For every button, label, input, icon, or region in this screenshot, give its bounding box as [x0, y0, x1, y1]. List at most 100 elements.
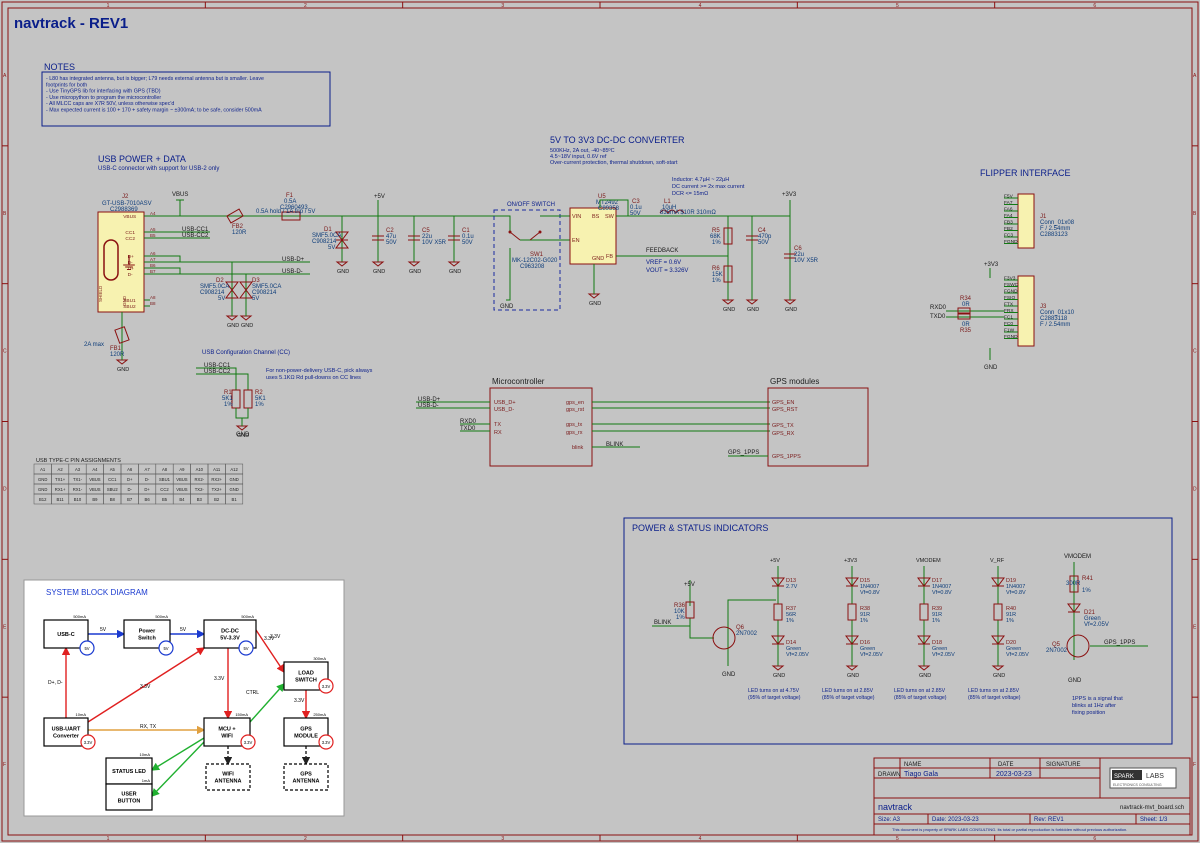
j2-pin-number: B6 [150, 263, 156, 268]
j2-pin-name: SBU2 [123, 304, 136, 310]
dcdc-heading: 5V TO 3V3 DC-DC CONVERTER [550, 135, 685, 145]
pin-table-text: TX2- [195, 487, 205, 492]
border-row-label: E [3, 624, 7, 630]
pin-table-text: B9 [92, 497, 98, 502]
pin-table-text: CC1 [108, 477, 117, 482]
gnd-label: GND [227, 323, 239, 329]
sheet-title: navtrack - REV1 [14, 15, 128, 32]
gnd-icon [407, 261, 421, 267]
r1-tol: 1% [224, 402, 233, 408]
indicator-note: (85% of target voltage) [822, 695, 875, 701]
border-col-label: 4 [699, 3, 702, 9]
border-col-label: 4 [699, 836, 702, 842]
j2-pin-name: CC1 [125, 230, 135, 236]
c3-voltage: 50V [630, 211, 641, 217]
gnd-label: GND [847, 673, 859, 679]
pin-table-text: TX2+ [212, 487, 223, 492]
flipper-gnd: GND [984, 365, 998, 371]
diode-value: 2.7V [786, 584, 798, 590]
gnd-icon [845, 665, 859, 671]
c6-voltage: 10V X5R [794, 258, 819, 264]
block-label: MCU + [218, 727, 235, 733]
usb-pin-table: USB TYPE-C PIN ASSIGNMENTS A1 A2 A3 A4 A5 A6 A… [33, 458, 244, 505]
j3-note: F / 2.54mm [1040, 322, 1070, 328]
led-vf: Vf=2.05V [786, 652, 809, 658]
dcdc-spec-3: Over-current protection, thermal shutdow… [550, 160, 678, 166]
led-vf: Vf=2.05V [860, 652, 883, 658]
tb-project: navtrack [878, 802, 913, 812]
block-label: 5V-3.3V [220, 636, 240, 642]
resistor-tol: 1% [860, 618, 868, 624]
j2-pin-number: B7 [150, 269, 156, 274]
mcu-net-blink: BLINK [606, 442, 623, 448]
blink-rail: +5V [684, 582, 695, 588]
border-col-label: 3 [501, 3, 504, 9]
gnd-icon [587, 293, 601, 299]
pin-table-text: A9 [179, 467, 185, 472]
pin-table-text: GND [229, 487, 238, 492]
notes-heading: NOTES [44, 62, 75, 72]
led-vf: Vf=2.05V [1006, 652, 1029, 658]
flipper-heading: FLIPPER INTERFACE [980, 168, 1071, 178]
block-label: USER [121, 792, 136, 798]
tb-h-date: DATE [998, 762, 1014, 768]
cc-note-2: uses 5.1KΩ Rd pull-downs on CC lines [266, 375, 361, 381]
indicator-note: LED turns on at 2.85V [894, 688, 946, 694]
indicators-heading: POWER & STATUS INDICATORS [632, 523, 768, 533]
mcu-title: Microcontroller [492, 377, 545, 386]
block-current: 250mA [313, 712, 326, 717]
block-label: GPS [300, 727, 312, 733]
block-label: BUTTON [118, 799, 141, 805]
border-row-label: D [1193, 486, 1197, 492]
block-label: WIFI [222, 772, 234, 778]
mcu-pin-blink: blink [572, 445, 584, 451]
indicator-note: (95% of target voltage) [748, 695, 801, 701]
q6-value: 2N7002 [736, 631, 758, 637]
indicator-note: LED turns on at 4.75V [748, 688, 800, 694]
gnd-label: GND [747, 307, 759, 313]
gnd-icon [335, 261, 349, 267]
pin-table-text: GND [38, 477, 47, 482]
notes-line: - Use micropython to program the microco… [46, 95, 161, 101]
j2-pin-number: A8 [150, 295, 156, 300]
q6-gnd: GND [722, 672, 736, 678]
r2-tol: 1% [255, 402, 264, 408]
indicator-note: LED turns on at 2.85V [968, 688, 1020, 694]
vref-label: VREF = 0.6V [646, 260, 681, 266]
mcu-pin-usbdp: USB_D+ [494, 400, 516, 406]
pin-table-text: A8 [162, 467, 168, 472]
voltage-badge-text: 3.3V [84, 740, 93, 745]
usb-dm-net: USB-D- [282, 269, 303, 275]
j3-pin-label: FGND [1004, 334, 1018, 340]
pin-table-text: SBU1 [159, 477, 171, 482]
pin-table-text: A7 [145, 467, 151, 472]
block-label: WIFI [221, 734, 233, 740]
title-block: NAME DATE SIGNATURE DRAWN Tiago Gala 202… [873, 757, 1191, 836]
border-col-label: 5 [896, 3, 899, 9]
indicator-rail: +5V [770, 558, 780, 564]
d3-voltage: 5V [252, 296, 259, 302]
block-current: 500mA [241, 614, 254, 619]
tb-date2: Date: 2023-03-23 [932, 817, 979, 823]
switch-title: ON/OFF SWITCH [507, 202, 555, 208]
j2-pin-number: A5 [150, 227, 156, 232]
j1-pin-label: FB2 [1004, 226, 1013, 232]
border-row-label: F [3, 762, 6, 768]
u5-pin-vin: VIN [572, 214, 581, 220]
block-diagram-edge-label: RX, TX [140, 724, 157, 730]
pin-table-text: D- [145, 477, 150, 482]
mcu-net-txd0: TXD0 [460, 426, 476, 432]
j2-ref: J2 [122, 194, 129, 200]
gnd-label: GND [337, 269, 349, 275]
tb-size: Size: A3 [878, 817, 901, 823]
j1-lcsc: C2883123 [1040, 232, 1068, 238]
notes-line: - Use TinyGPS lib for interfacing with G… [46, 89, 161, 95]
pin-table-text: TX1- [73, 477, 83, 482]
gps-pin-rx: GPS_RX [772, 431, 795, 437]
cc2-net: USB-CC2 [204, 369, 231, 375]
mcu-pin-gpstx: gps_tx [566, 422, 582, 428]
gps-pin-rst: GPS_RST [772, 407, 798, 413]
notes-line: - L80 has integrated antenna, but is big… [46, 76, 264, 82]
j2-pin-number: B5 [150, 233, 156, 238]
j1-pin-label: FA6 [1004, 207, 1013, 213]
